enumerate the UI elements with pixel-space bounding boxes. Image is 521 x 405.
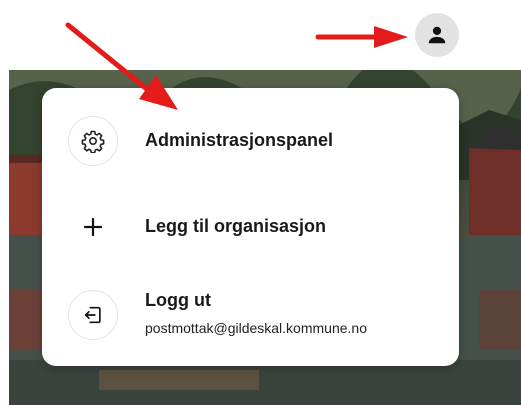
menu-item-label: Administrasjonspanel	[145, 130, 334, 150]
account-button[interactable]	[415, 13, 459, 57]
menu-item-add-organization[interactable]: Legg til organisasjon	[42, 202, 459, 252]
logout-icon	[84, 306, 101, 324]
gear-icon	[81, 130, 105, 153]
menu-item-admin-panel[interactable]: Administrasjonspanel	[42, 116, 459, 166]
gear-icon-wrapper	[68, 116, 118, 166]
page: Administrasjonspanel Legg til organisasj…	[0, 0, 521, 405]
menu-item-label: Logg ut	[145, 290, 211, 310]
menu-item-label: Legg til organisasjon	[145, 216, 327, 236]
person-icon	[428, 26, 446, 44]
menu-item-logout[interactable]: Logg ut postmottak@gildeskal.kommune.no	[42, 288, 459, 344]
account-menu: Administrasjonspanel Legg til organisasj…	[42, 88, 459, 366]
plus-icon-wrapper	[68, 202, 118, 252]
top-bar	[0, 0, 521, 70]
user-email: postmottak@gildeskal.kommune.no	[145, 320, 367, 336]
plus-icon	[83, 217, 103, 237]
logout-icon-wrapper	[68, 290, 118, 340]
